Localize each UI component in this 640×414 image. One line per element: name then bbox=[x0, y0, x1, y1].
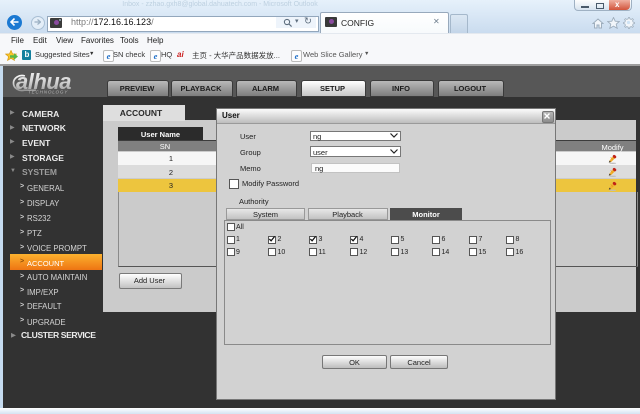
svg-text:TECHNOLOGY: TECHNOLOGY bbox=[28, 90, 68, 95]
